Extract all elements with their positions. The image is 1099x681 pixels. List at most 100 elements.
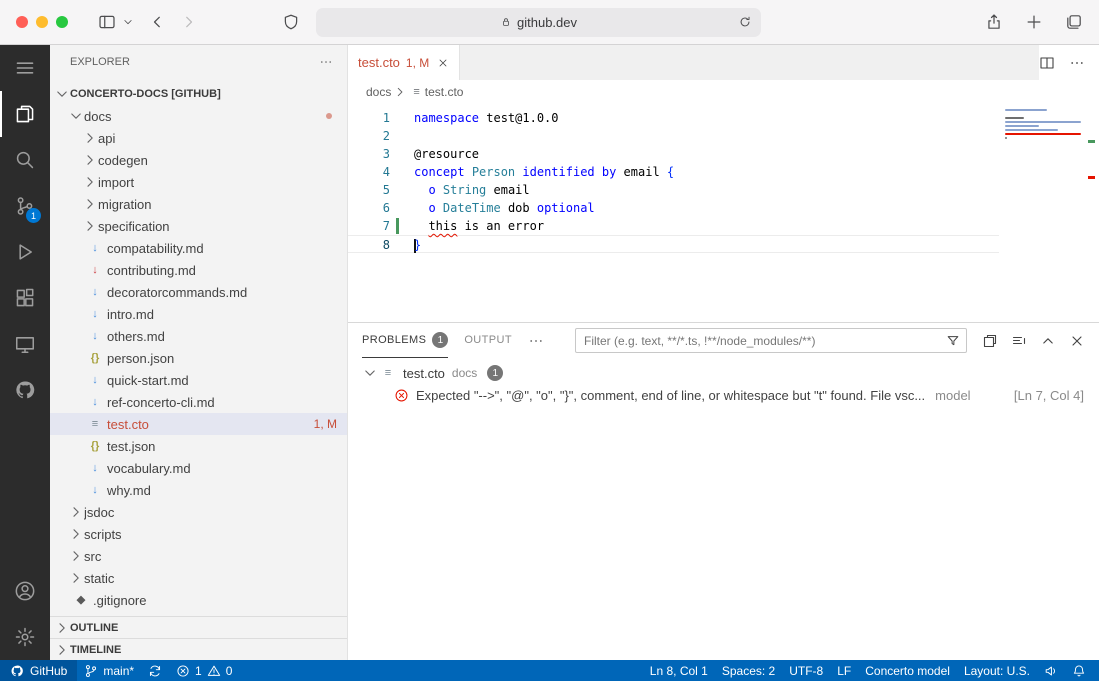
language-mode-status-item[interactable]: Concerto model <box>858 660 957 681</box>
line-number: 6 <box>348 199 390 217</box>
branch-status-item[interactable]: main* <box>77 660 141 681</box>
modified-dot <box>326 113 332 119</box>
file-item-gitignore[interactable]: ◆.gitignore <box>50 589 347 611</box>
folder-item-docs[interactable]: docs <box>50 105 347 127</box>
file-item-person-json[interactable]: {}person.json <box>50 347 347 369</box>
file-item-intro-md[interactable]: ↓intro.md <box>50 303 347 325</box>
problems-status-item[interactable]: 10 <box>169 660 239 681</box>
panel-tab-problems[interactable]: PROBLEMS1 <box>362 323 448 358</box>
file-item-test-json[interactable]: {}test.json <box>50 435 347 457</box>
sidebar-toggle-icon[interactable] <box>98 13 116 31</box>
file-item-contributing-md[interactable]: ↓contributing.md <box>50 259 347 281</box>
panel-tab-output[interactable]: OUTPUT <box>464 323 512 358</box>
file-item-test-cto[interactable]: ≡test.cto1, M <box>50 413 347 435</box>
folder-item-concerto-docs-github[interactable]: CONCERTO-DOCS [GITHUB] <box>50 83 347 105</box>
section-outline[interactable]: OUTLINE <box>50 616 347 638</box>
encoding-status-item[interactable]: UTF-8 <box>782 660 830 681</box>
activity-menu-icon[interactable] <box>0 45 50 91</box>
file-item-decoratorcommands-md[interactable]: ↓decoratorcommands.md <box>50 281 347 303</box>
feedback-status-item[interactable] <box>1037 660 1065 681</box>
privacy-shield-icon[interactable] <box>282 13 300 31</box>
tab-test-cto[interactable]: test.cto 1, M <box>348 45 460 80</box>
activity-source-control-icon[interactable]: 1 <box>0 183 50 229</box>
folder-item-static[interactable]: static <box>50 567 347 589</box>
remote-indicator[interactable]: GitHub <box>0 660 77 681</box>
activity-search-icon[interactable] <box>0 137 50 183</box>
file-item-others-md[interactable]: ↓others.md <box>50 325 347 347</box>
code-line[interactable]: 4concept Person identified by email { <box>348 163 999 181</box>
minimap[interactable] <box>1005 109 1083 141</box>
sidebar-dropdown-chevron-icon[interactable] <box>122 16 134 28</box>
activity-github-icon[interactable] <box>0 367 50 413</box>
code-editor[interactable]: 1namespace test@1.0.023@resource4concept… <box>348 104 1099 322</box>
explorer-more-actions-icon[interactable] <box>319 55 333 69</box>
code-line[interactable]: 7 this is an error <box>348 217 999 235</box>
sync-status-item[interactable] <box>141 660 169 681</box>
split-editor-icon[interactable] <box>1039 55 1055 71</box>
code-line[interactable]: 5 o String email <box>348 181 999 199</box>
code-line[interactable]: 2 <box>348 127 999 145</box>
tab-close-icon[interactable] <box>437 57 449 69</box>
cursor-position-status-item[interactable]: Ln 8, Col 1 <box>643 660 715 681</box>
activity-settings-icon[interactable] <box>0 614 50 660</box>
sidebar-title: EXPLORER <box>70 56 130 68</box>
show-tabs-icon[interactable] <box>1065 13 1083 31</box>
collapse-all-icon[interactable] <box>1011 333 1027 349</box>
minimize-window-button[interactable] <box>36 16 48 28</box>
file-item-why-md[interactable]: ↓why.md <box>50 479 347 501</box>
folder-item-scripts[interactable]: scripts <box>50 523 347 545</box>
forward-icon[interactable] <box>180 13 198 31</box>
problems-file-path: docs <box>452 366 477 380</box>
item-label: import <box>98 175 134 190</box>
item-label: scripts <box>84 527 122 542</box>
file-item-ref-concerto-cli-md[interactable]: ↓ref-concerto-cli.md <box>50 391 347 413</box>
keyboard-layout-status-item[interactable]: Layout: U.S. <box>957 660 1037 681</box>
section-timeline[interactable]: TIMELINE <box>50 638 347 660</box>
close-panel-icon[interactable] <box>1069 333 1085 349</box>
feedback-icon <box>1044 664 1058 678</box>
folder-item-import[interactable]: import <box>50 171 347 193</box>
code-line[interactable]: 3@resource <box>348 145 999 163</box>
editor-more-actions-icon[interactable] <box>1069 55 1085 71</box>
minimap-line <box>1005 133 1081 135</box>
notifications-status-item[interactable] <box>1065 660 1093 681</box>
activity-remote-explorer-icon[interactable] <box>0 321 50 367</box>
problems-filter-input[interactable] <box>576 334 946 348</box>
reload-icon[interactable] <box>738 15 752 29</box>
editor-actions <box>1039 45 1099 80</box>
file-item-quick-start-md[interactable]: ↓quick-start.md <box>50 369 347 391</box>
activity-extensions-icon[interactable] <box>0 275 50 321</box>
md-file-icon: ↓ <box>88 373 102 387</box>
address-bar[interactable]: github.dev <box>316 8 761 37</box>
back-icon[interactable] <box>148 13 166 31</box>
problems-file-group[interactable]: ≡test.ctodocs1 <box>348 362 1099 384</box>
problem-item[interactable]: Expected "-->", "@", "o", "}", comment, … <box>348 384 1099 406</box>
folder-item-api[interactable]: api <box>50 127 347 149</box>
code-line[interactable]: 8} <box>348 235 999 253</box>
zoom-window-button[interactable] <box>56 16 68 28</box>
activity-accounts-icon[interactable] <box>0 568 50 614</box>
maximize-panel-icon[interactable] <box>1040 333 1056 349</box>
folder-item-codegen[interactable]: codegen <box>50 149 347 171</box>
folder-item-migration[interactable]: migration <box>50 193 347 215</box>
code-line[interactable]: 6 o DateTime dob optional <box>348 199 999 217</box>
folder-item-src[interactable]: src <box>50 545 347 567</box>
problems-count-badge: 1 <box>487 365 503 381</box>
new-tab-icon[interactable] <box>1025 13 1043 31</box>
close-window-button[interactable] <box>16 16 28 28</box>
folder-item-jsdoc[interactable]: jsdoc <box>50 501 347 523</box>
folder-item-specification[interactable]: specification <box>50 215 347 237</box>
filter-icon[interactable] <box>946 334 960 348</box>
eol-status-item[interactable]: LF <box>830 660 858 681</box>
file-item-compatability-md[interactable]: ↓compatability.md <box>50 237 347 259</box>
code-line[interactable]: 1namespace test@1.0.0 <box>348 109 999 127</box>
breadcrumb-item[interactable]: test.cto <box>425 85 464 99</box>
view-as-table-icon[interactable] <box>982 333 998 349</box>
file-item-vocabulary-md[interactable]: ↓vocabulary.md <box>50 457 347 479</box>
breadcrumb-item[interactable]: docs <box>366 85 391 99</box>
activity-explorer-icon[interactable] <box>0 91 50 137</box>
panel-more-actions-icon[interactable] <box>528 333 544 349</box>
indentation-status-item[interactable]: Spaces: 2 <box>715 660 782 681</box>
activity-run-and-debug-icon[interactable] <box>0 229 50 275</box>
share-icon[interactable] <box>985 13 1003 31</box>
